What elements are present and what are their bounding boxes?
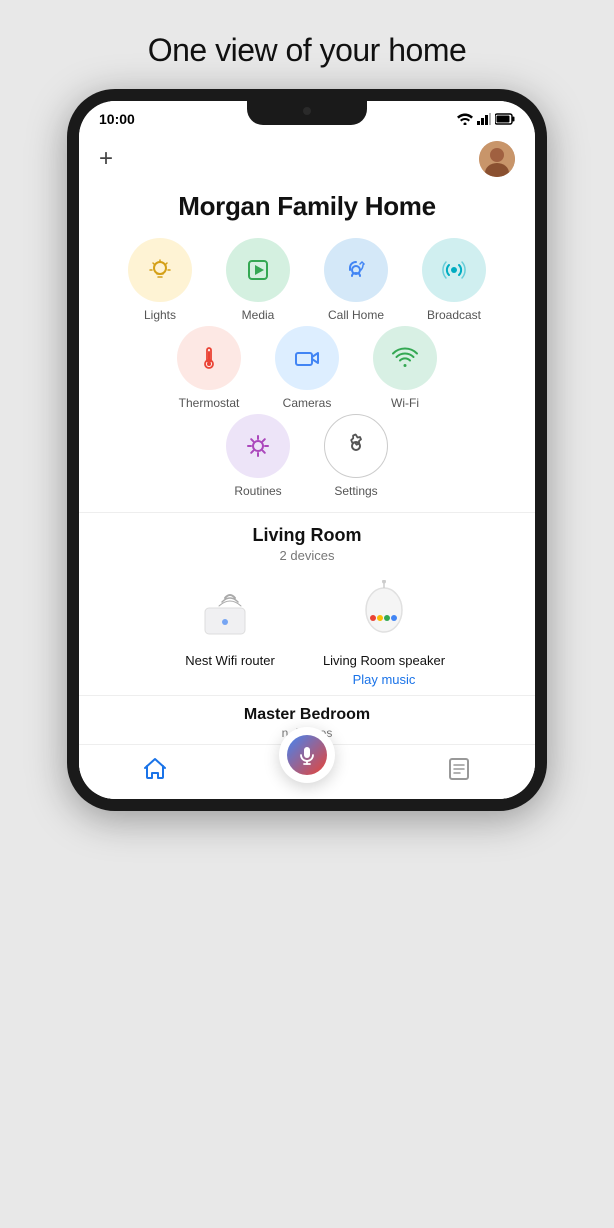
app-content: + Morgan Family Home — [79, 133, 535, 799]
wifi-icon — [391, 344, 419, 372]
routines-label: Routines — [234, 484, 281, 498]
cameras-label: Cameras — [283, 396, 332, 410]
section-divider — [79, 512, 535, 513]
quick-actions-row-1: Lights Media — [91, 238, 523, 322]
thermostat-icon — [195, 344, 223, 372]
wifi-label: Wi-Fi — [391, 396, 419, 410]
nest-wifi-icon — [190, 575, 270, 645]
thermostat-action[interactable]: Thermostat — [164, 326, 254, 410]
home-title: Morgan Family Home — [79, 181, 535, 238]
nest-wifi-device[interactable]: Nest Wifi router — [165, 575, 295, 687]
status-time: 10:00 — [99, 111, 135, 127]
mic-icon — [296, 744, 318, 766]
top-bar: + — [79, 133, 535, 181]
quick-actions-row-3: Routines Settings — [91, 414, 523, 498]
gear-icon — [342, 432, 370, 460]
wifi-status-icon — [457, 113, 473, 125]
lr-speaker-device[interactable]: Living Room speaker Play music — [319, 575, 449, 687]
living-room-devices: Nest Wifi router — [79, 575, 535, 687]
cameras-icon-circle — [275, 326, 339, 390]
routines-icon-circle — [226, 414, 290, 478]
sun-icon — [244, 432, 272, 460]
quick-actions-grid: Lights Media — [79, 238, 535, 498]
broadcast-action[interactable]: Broadcast — [409, 238, 499, 322]
lights-icon-circle — [128, 238, 192, 302]
media-label: Media — [242, 308, 275, 322]
nest-wifi-svg — [195, 580, 265, 640]
wifi-icon-circle — [373, 326, 437, 390]
add-button[interactable]: + — [99, 147, 113, 171]
camera-icon — [293, 344, 321, 372]
page-title: One view of your home — [148, 0, 467, 89]
notes-nav-icon — [446, 756, 472, 782]
play-icon — [244, 256, 272, 284]
living-room-title: Living Room — [79, 525, 535, 546]
bulb-icon — [146, 256, 174, 284]
camera-dot — [303, 107, 311, 115]
routines-action[interactable]: Routines — [213, 414, 303, 498]
cameras-action[interactable]: Cameras — [262, 326, 352, 410]
phone-frame: 10:00 — [67, 89, 547, 811]
nest-wifi-label: Nest Wifi router — [185, 653, 275, 668]
nav-notes[interactable] — [383, 756, 535, 782]
nav-mic[interactable] — [231, 755, 383, 783]
avatar-image — [479, 141, 515, 177]
broadcast-label: Broadcast — [427, 308, 481, 322]
avatar[interactable] — [479, 141, 515, 177]
bottom-nav — [79, 744, 535, 799]
media-icon-circle — [226, 238, 290, 302]
lr-speaker-icon — [344, 575, 424, 645]
call-home-label: Call Home — [328, 308, 384, 322]
settings-action[interactable]: Settings — [311, 414, 401, 498]
nav-home[interactable] — [79, 756, 231, 782]
broadcast-icon — [440, 256, 468, 284]
lr-speaker-label: Living Room speaker — [323, 653, 445, 668]
status-icons — [457, 113, 515, 125]
speaker-svg — [349, 580, 419, 640]
home-nav-icon — [142, 756, 168, 782]
signal-status-icon — [477, 113, 491, 125]
settings-icon-circle — [324, 414, 388, 478]
battery-status-icon — [495, 113, 515, 125]
broadcast-icon-circle — [422, 238, 486, 302]
lights-action[interactable]: Lights — [115, 238, 205, 322]
lr-speaker-action[interactable]: Play music — [353, 672, 416, 687]
thermostat-icon-circle — [177, 326, 241, 390]
wifi-action[interactable]: Wi-Fi — [360, 326, 450, 410]
master-bedroom-title: Master Bedroom — [79, 695, 535, 726]
quick-actions-row-2: Thermostat Cameras — [91, 326, 523, 410]
lights-label: Lights — [144, 308, 176, 322]
settings-label: Settings — [334, 484, 377, 498]
mic-fab-inner — [287, 735, 327, 775]
living-room-subtitle: 2 devices — [79, 548, 535, 563]
mic-fab-button[interactable] — [279, 727, 335, 783]
phone-screen: 10:00 — [79, 101, 535, 799]
call-home-icon — [342, 256, 370, 284]
call-home-action[interactable]: Call Home — [311, 238, 401, 322]
call-home-icon-circle — [324, 238, 388, 302]
thermostat-label: Thermostat — [179, 396, 240, 410]
media-action[interactable]: Media — [213, 238, 303, 322]
